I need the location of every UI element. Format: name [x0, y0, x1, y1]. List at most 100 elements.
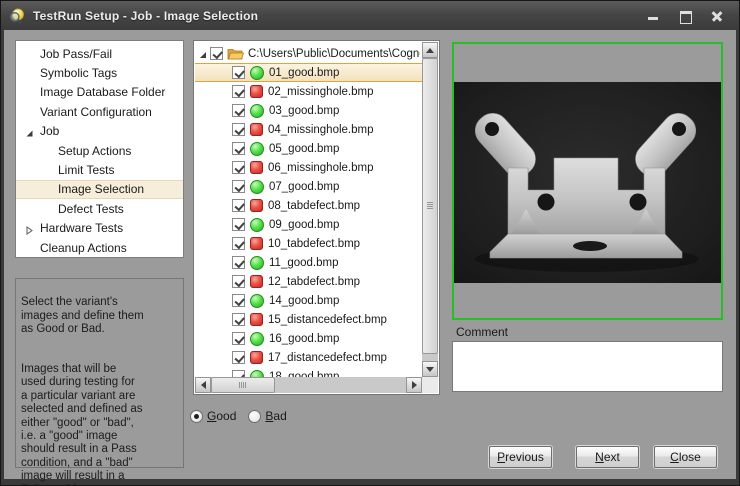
sidebar-item-setup-actions[interactable]: Setup Actions	[16, 141, 183, 160]
maximize-icon[interactable]	[679, 10, 691, 22]
good-status-icon	[250, 180, 264, 194]
tree-collapsed-icon[interactable]	[25, 224, 34, 233]
title-bar[interactable]: TestRun Setup - Job - Image Selection	[1, 1, 739, 30]
image-row-15_distancedefect.bmp[interactable]: 15_distancedefect.bmp	[195, 310, 422, 329]
image-checkbox[interactable]	[232, 275, 245, 288]
image-row-08_tabdefect.bmp[interactable]: 08_tabdefect.bmp	[195, 196, 422, 215]
sidebar-item-label: Hardware Tests	[40, 221, 123, 235]
tree-expanded-icon[interactable]	[25, 127, 34, 136]
next-button[interactable]: Next	[576, 446, 639, 468]
image-row-09_good.bmp[interactable]: 09_good.bmp	[195, 215, 422, 234]
image-row-04_missinghole.bmp[interactable]: 04_missinghole.bmp	[195, 120, 422, 139]
sidebar-item-label: Image Selection	[58, 182, 144, 196]
scroll-right-icon[interactable]	[406, 377, 422, 393]
image-checkbox[interactable]	[232, 123, 245, 136]
image-checkbox[interactable]	[232, 332, 245, 345]
image-row-07_good.bmp[interactable]: 07_good.bmp	[195, 177, 422, 196]
bad-radio[interactable]	[248, 410, 261, 423]
image-row-18_good.bmp[interactable]: 18_good.bmp	[195, 367, 422, 377]
image-row-01_good.bmp[interactable]: 01_good.bmp	[195, 63, 422, 82]
vertical-scrollbar[interactable]	[422, 42, 438, 377]
good-radio-group[interactable]: Good	[190, 409, 236, 423]
scrollbar-corner	[422, 377, 438, 393]
image-file-rows: 01_good.bmp 02_missinghole.bmp03_good.bmp…	[195, 63, 422, 377]
sidebar-item-label: Cleanup Actions	[40, 241, 127, 255]
image-checkbox[interactable]	[232, 142, 245, 155]
previous-button[interactable]: Previous	[489, 446, 552, 468]
bad-status-icon	[250, 275, 263, 288]
good-status-icon	[250, 332, 264, 346]
sidebar-item-image-selection[interactable]: Image Selection	[16, 180, 183, 199]
image-row-17_distancedefect.bmp[interactable]: 17_distancedefect.bmp	[195, 348, 422, 367]
help-description-panel: Select the variant's images and define t…	[15, 278, 184, 468]
good-radio[interactable]	[190, 410, 203, 423]
image-checkbox[interactable]	[232, 85, 245, 98]
image-filename: 08_tabdefect.bmp	[268, 200, 360, 212]
image-checkbox[interactable]	[232, 66, 245, 79]
good-status-icon	[250, 104, 264, 118]
sidebar-item-label: Defect Tests	[58, 202, 124, 216]
scroll-down-icon[interactable]	[422, 361, 438, 377]
image-row-10_tabdefect.bmp[interactable]: 10_tabdefect.bmp	[195, 234, 422, 253]
image-row-14_good.bmp[interactable]: 14_good.bmp	[195, 291, 422, 310]
image-checkbox[interactable]	[232, 237, 245, 250]
sidebar-item-variant-configuration[interactable]: Variant Configuration	[16, 102, 183, 121]
bad-status-icon	[250, 237, 263, 250]
bad-radio-group[interactable]: Bad	[248, 409, 286, 423]
sidebar-item-label: Image Database Folder	[40, 85, 165, 99]
image-checkbox[interactable]	[232, 256, 245, 269]
sidebar-item-defect-tests[interactable]: Defect Tests	[16, 199, 183, 218]
bad-status-icon	[250, 161, 263, 174]
image-row-05_good.bmp[interactable]: 05_good.bmp	[195, 139, 422, 158]
image-checkbox[interactable]	[232, 180, 245, 193]
window-title: TestRun Setup - Job - Image Selection	[33, 9, 258, 23]
scroll-up-icon[interactable]	[422, 42, 438, 58]
close-icon[interactable]	[711, 10, 723, 22]
image-row-02_missinghole.bmp[interactable]: 02_missinghole.bmp	[195, 82, 422, 101]
horizontal-scrollbar-thumb[interactable]	[211, 377, 275, 393]
sidebar-item-job[interactable]: Job	[16, 122, 183, 141]
good-status-icon	[250, 256, 264, 270]
sidebar-item-cleanup-actions[interactable]: Cleanup Actions	[16, 238, 183, 257]
image-checkbox[interactable]	[232, 199, 245, 212]
image-checkbox[interactable]	[232, 218, 245, 231]
image-row-12_tabdefect.bmp[interactable]: 12_tabdefect.bmp	[195, 272, 422, 291]
sidebar-item-limit-tests[interactable]: Limit Tests	[16, 160, 183, 179]
sidebar-item-label: Job	[40, 124, 59, 138]
good-status-icon	[250, 294, 264, 308]
dialog-window: TestRun Setup - Job - Image Selection Jo…	[0, 0, 740, 486]
image-filename: 17_distancedefect.bmp	[268, 352, 387, 364]
image-row-06_missinghole.bmp[interactable]: 06_missinghole.bmp	[195, 158, 422, 177]
image-checkbox[interactable]	[232, 161, 245, 174]
image-filename: 11_good.bmp	[269, 257, 338, 269]
image-row-11_good.bmp[interactable]: 11_good.bmp	[195, 253, 422, 272]
image-checkbox[interactable]	[232, 313, 245, 326]
tree-expanded-icon[interactable]	[198, 50, 208, 60]
image-filename: 04_missinghole.bmp	[268, 124, 373, 136]
sidebar-item-image-database-folder[interactable]: Image Database Folder	[16, 83, 183, 102]
image-row-03_good.bmp[interactable]: 03_good.bmp	[195, 101, 422, 120]
minimize-icon[interactable]	[647, 10, 659, 22]
vertical-scrollbar-thumb[interactable]	[422, 58, 438, 354]
image-filename: 05_good.bmp	[269, 143, 339, 155]
sidebar-item-hardware-tests[interactable]: Hardware Tests	[16, 219, 183, 238]
sidebar-item-symbolic-tags[interactable]: Symbolic Tags	[16, 63, 183, 82]
image-folder-row[interactable]: C:\Users\Public\Documents\Cogne...	[195, 44, 422, 63]
scroll-left-icon[interactable]	[195, 377, 211, 393]
image-filename: 01_good.bmp	[269, 67, 339, 79]
comment-input[interactable]	[452, 341, 723, 392]
image-checkbox[interactable]	[232, 294, 245, 307]
image-checkbox[interactable]	[232, 370, 245, 377]
image-checkbox[interactable]	[232, 351, 245, 364]
sidebar-item-label: Job Pass/Fail	[40, 47, 112, 61]
bad-status-icon	[250, 199, 263, 212]
navigation-tree-panel: Job Pass/Fail Symbolic Tags Image Database…	[15, 40, 184, 258]
close-button[interactable]: Close	[654, 446, 717, 468]
sidebar-item-job-pass-fail[interactable]: Job Pass/Fail	[16, 44, 183, 63]
bracket-part-photo	[454, 82, 721, 283]
image-checkbox[interactable]	[232, 104, 245, 117]
good-radio-label: Good	[207, 409, 236, 423]
horizontal-scrollbar[interactable]	[195, 377, 422, 393]
folder-checkbox[interactable]	[210, 47, 223, 60]
image-row-16_good.bmp[interactable]: 16_good.bmp	[195, 329, 422, 348]
